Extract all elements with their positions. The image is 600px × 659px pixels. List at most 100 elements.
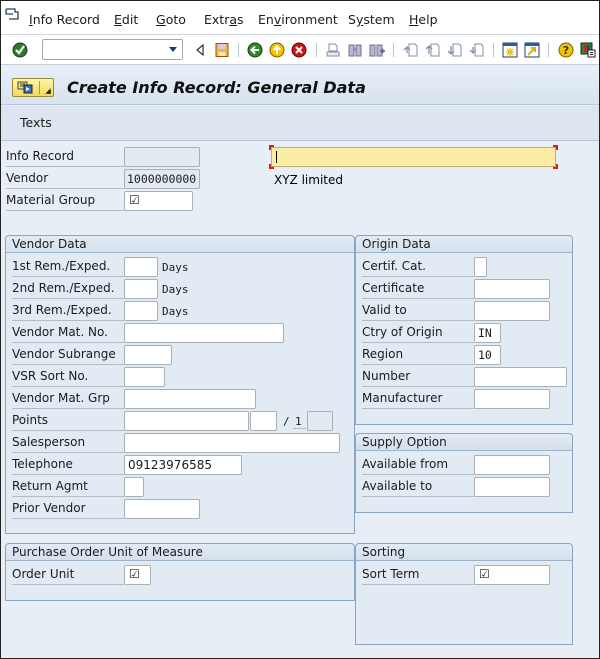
manufacturer-field[interactable] xyxy=(474,389,550,409)
sort-term-field[interactable]: ☑ xyxy=(474,565,550,585)
first-rem-field[interactable] xyxy=(124,257,158,277)
vendor-field[interactable]: 1000000000 xyxy=(124,169,200,189)
vendor-label: Vendor xyxy=(6,169,124,189)
telephone-label: Telephone xyxy=(12,455,124,475)
certif-cat-field[interactable] xyxy=(474,257,487,277)
third-rem-label: 3rd Rem./Exped. xyxy=(12,301,124,321)
return-agmt-field[interactable] xyxy=(124,477,144,497)
menu-help[interactable]: Help xyxy=(409,12,438,27)
menu-system[interactable]: System xyxy=(348,12,395,27)
material-group-label: Material Group xyxy=(6,191,124,211)
origin-data-title: Origin Data xyxy=(356,236,572,253)
help-icon[interactable]: ? xyxy=(558,42,574,58)
application-toolbar: Texts xyxy=(1,106,599,141)
next-page-icon[interactable] xyxy=(447,42,463,58)
points-per-unit-field xyxy=(307,411,333,431)
find-next-icon[interactable] xyxy=(369,42,385,58)
toolbar-separator xyxy=(316,43,317,57)
ctry-of-origin-field[interactable]: IN xyxy=(474,323,501,343)
region-field[interactable]: 10 xyxy=(474,345,501,365)
second-rem-label: 2nd Rem./Exped. xyxy=(12,279,124,299)
third-rem-unit: Days xyxy=(162,305,189,318)
text-caret xyxy=(276,151,277,163)
vendor-subrange-label: Vendor Subrange xyxy=(12,345,124,365)
find-icon[interactable] xyxy=(347,42,363,58)
customize-layout-icon[interactable] xyxy=(580,42,596,58)
screen-menu-button[interactable] xyxy=(12,78,54,97)
telephone-field[interactable]: 09123976585 xyxy=(124,455,242,475)
create-session-icon[interactable] xyxy=(502,42,518,58)
vendor-mat-grp-field[interactable] xyxy=(124,389,256,409)
menu-info-record[interactable]: Info Record xyxy=(29,12,100,27)
command-field[interactable] xyxy=(42,39,183,60)
number-field[interactable] xyxy=(474,367,567,387)
toolbar-separator xyxy=(238,43,239,57)
focus-corner xyxy=(269,164,274,169)
menu-edit[interactable]: Edit xyxy=(114,12,138,27)
first-page-icon[interactable] xyxy=(403,42,419,58)
standard-toolbar: ? xyxy=(1,35,599,65)
back-icon[interactable] xyxy=(247,42,263,58)
material-group-field[interactable]: ☑ xyxy=(124,191,193,211)
second-rem-field[interactable] xyxy=(124,279,158,299)
sorting-group: Sorting xyxy=(355,543,573,645)
last-page-icon[interactable] xyxy=(469,42,485,58)
vendor-mat-no-label: Vendor Mat. No. xyxy=(12,323,124,343)
material-field[interactable] xyxy=(269,145,558,169)
certif-cat-label: Certif. Cat. xyxy=(362,257,474,277)
focus-corner xyxy=(553,164,558,169)
page-title: Create Info Record: General Data xyxy=(67,78,366,97)
title-bar: Create Info Record: General Data xyxy=(1,69,599,105)
salesperson-field[interactable] xyxy=(124,433,340,453)
toolbar-separator xyxy=(493,43,494,57)
vsr-sort-no-label: VSR Sort No. xyxy=(12,367,124,387)
points-field[interactable] xyxy=(124,411,249,431)
info-record-label: Info Record xyxy=(6,147,124,167)
region-label: Region xyxy=(362,345,474,365)
chevron-down-icon[interactable] xyxy=(169,47,177,52)
third-rem-field[interactable] xyxy=(124,301,158,321)
order-unit-field[interactable]: ☑ xyxy=(124,565,151,585)
order-unit-label: Order Unit xyxy=(12,565,124,585)
sorting-title: Sorting xyxy=(356,544,572,561)
previous-page-icon[interactable] xyxy=(425,42,441,58)
menu-environment[interactable]: Environment xyxy=(258,12,338,27)
toolbar-separator xyxy=(393,43,394,57)
back-arrow-icon[interactable] xyxy=(193,42,209,58)
vendor-mat-no-field[interactable] xyxy=(124,323,284,343)
manufacturer-label: Manufacturer xyxy=(362,389,474,409)
texts-button[interactable]: Texts xyxy=(20,115,52,130)
points-label: Points xyxy=(12,411,124,431)
valid-to-field[interactable] xyxy=(474,301,550,321)
first-rem-unit: Days xyxy=(162,261,189,274)
prior-vendor-label: Prior Vendor xyxy=(12,499,124,519)
ctry-of-origin-label: Ctry of Origin xyxy=(362,323,474,343)
vsr-sort-no-field[interactable] xyxy=(124,367,165,387)
po-unit-title: Purchase Order Unit of Measure xyxy=(6,544,354,561)
vendor-subrange-field[interactable] xyxy=(124,345,172,365)
available-to-field[interactable] xyxy=(474,477,550,497)
prior-vendor-field[interactable] xyxy=(124,499,200,519)
certificate-field[interactable] xyxy=(474,279,550,299)
vendor-name: XYZ limited xyxy=(274,173,343,187)
print-icon[interactable] xyxy=(325,42,341,58)
system-menu-icon[interactable] xyxy=(5,8,19,20)
return-agmt-label: Return Agmt xyxy=(12,477,124,497)
cancel-icon[interactable] xyxy=(291,42,307,58)
dropdown-arrow-icon[interactable] xyxy=(45,88,51,94)
sort-term-label: Sort Term xyxy=(362,565,474,585)
enter-icon[interactable] xyxy=(12,42,28,58)
exit-icon[interactable] xyxy=(269,42,285,58)
available-from-field[interactable] xyxy=(474,455,550,475)
menu-goto[interactable]: Goto xyxy=(156,12,186,27)
menu-extras[interactable]: Extras xyxy=(204,12,244,27)
available-from-label: Available from xyxy=(362,455,474,475)
save-icon[interactable] xyxy=(214,42,230,58)
points-unit-field[interactable] xyxy=(250,411,277,431)
valid-to-label: Valid to xyxy=(362,301,474,321)
menu-icon xyxy=(17,81,33,94)
certificate-label: Certificate xyxy=(362,279,474,299)
info-record-field[interactable] xyxy=(124,147,200,167)
toolbar-separator xyxy=(548,43,549,57)
shortcut-icon[interactable] xyxy=(524,42,540,58)
